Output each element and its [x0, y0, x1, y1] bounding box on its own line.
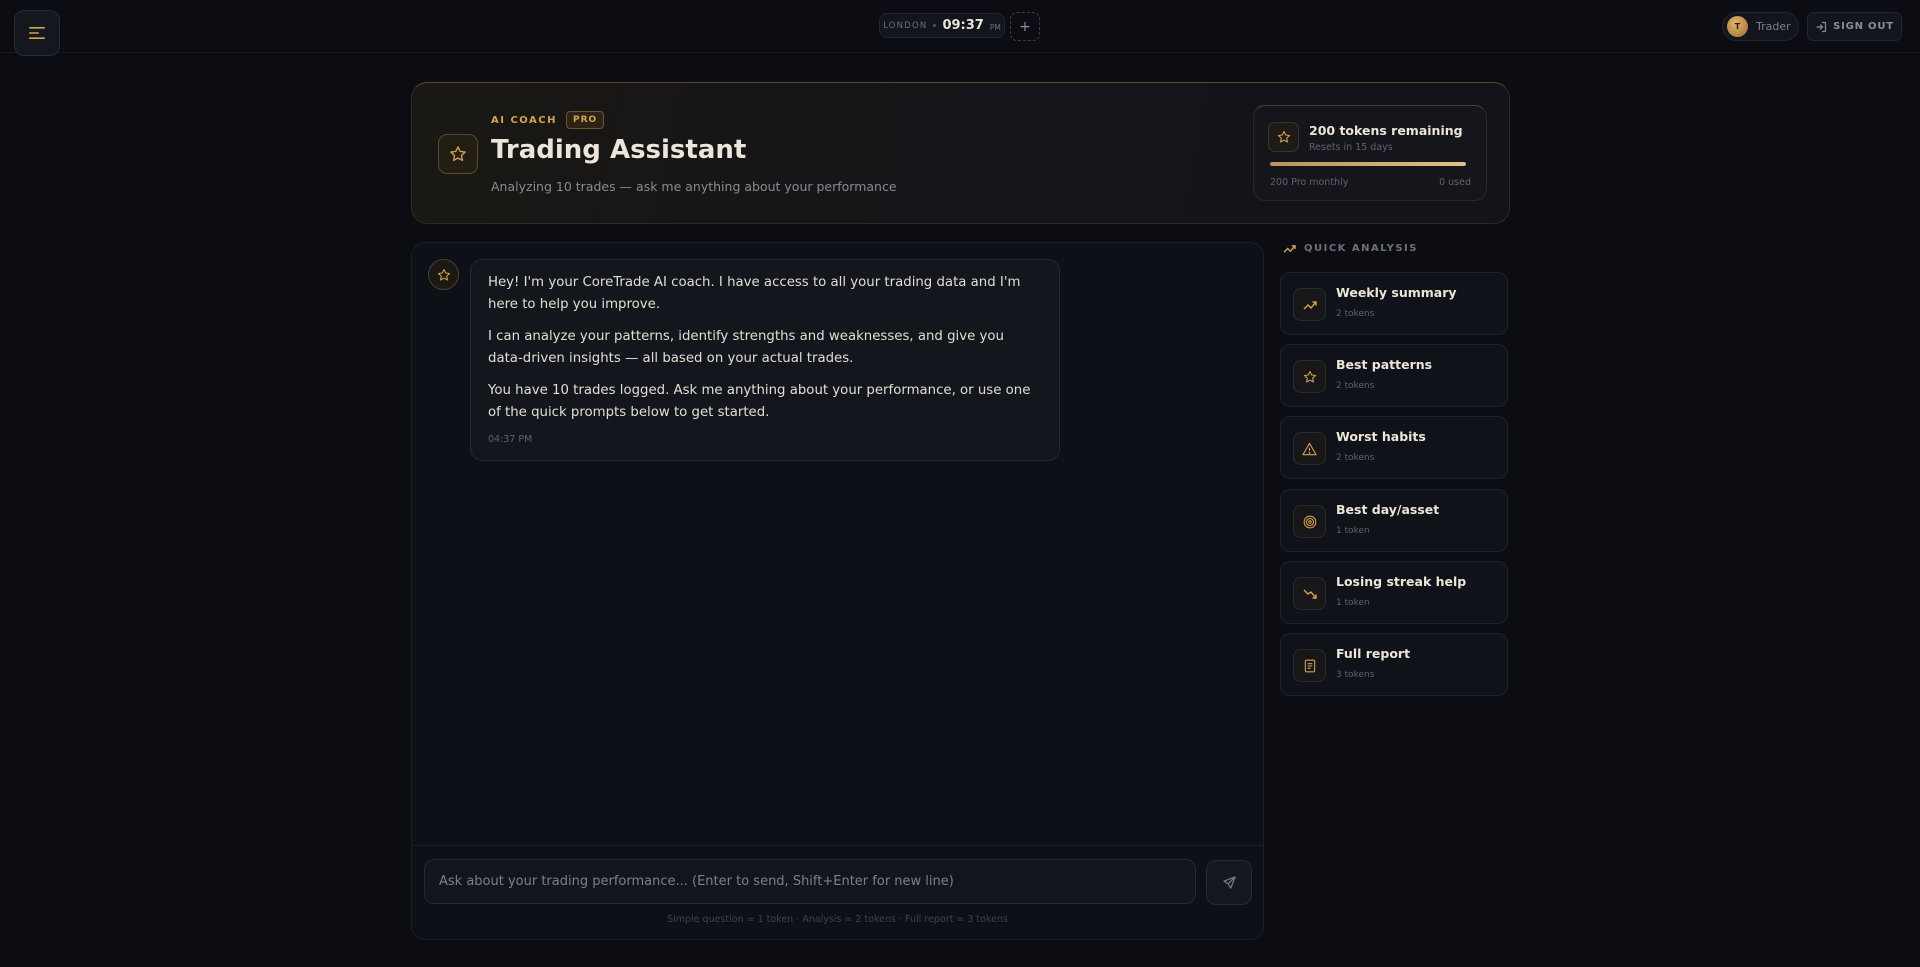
user-name: Trader	[1756, 20, 1791, 33]
tokens-reset: Resets in 15 days	[1309, 142, 1393, 153]
message-paragraph: I can analyze your patterns, identify st…	[488, 329, 1004, 366]
quick-item-weekly-summary[interactable]: Weekly summary 2 tokens	[1280, 272, 1508, 335]
quick-item-icon	[1293, 360, 1326, 393]
tokens-icon-box	[1268, 122, 1299, 152]
assistant-header: AI COACH PRO Trading Assistant Analyzing…	[411, 82, 1510, 224]
quick-item-title: Weekly summary	[1336, 285, 1457, 300]
quick-item-icon	[1293, 577, 1326, 610]
trend-down-icon	[1303, 589, 1317, 599]
quick-item-icon	[1293, 432, 1326, 465]
document-icon	[1304, 659, 1315, 672]
quick-item-best-patterns[interactable]: Best patterns 2 tokens	[1280, 344, 1508, 407]
star-icon	[450, 146, 466, 162]
quick-item-best-day-asset[interactable]: Best day/asset 1 token	[1280, 489, 1508, 552]
quick-item-title: Best patterns	[1336, 357, 1433, 372]
tokens-remaining: 200 tokens remaining	[1309, 123, 1463, 138]
quick-item-icon	[1293, 649, 1326, 682]
quick-item-cost: 2 tokens	[1336, 381, 1375, 391]
tokens-used: 0 used	[1439, 177, 1471, 188]
eyebrow: AI COACH PRO	[491, 111, 605, 129]
quick-item-title: Best day/asset	[1336, 502, 1440, 517]
quick-item-losing-streak-help[interactable]: Losing streak help 1 token	[1280, 561, 1508, 624]
sign-out-label: SIGN OUT	[1833, 21, 1894, 32]
bot-avatar	[428, 259, 459, 290]
top-bar: LONDON 09:37 PM + T Trader SIGN OUT	[0, 0, 1920, 56]
quick-item-worst-habits[interactable]: Worst habits 2 tokens	[1280, 416, 1508, 479]
user-menu[interactable]: T Trader	[1722, 12, 1799, 41]
assistant-icon	[438, 134, 478, 174]
star-icon	[1303, 370, 1316, 383]
quick-item-cost: 2 tokens	[1336, 453, 1375, 463]
quick-item-icon	[1293, 288, 1326, 321]
tokens-plan: 200 Pro monthly	[1270, 177, 1349, 188]
quick-item-cost: 1 token	[1336, 526, 1370, 536]
quick-analysis-label: QUICK ANALYSIS	[1304, 243, 1418, 254]
message-paragraph: Hey! I'm your CoreTrade AI coach. I have…	[488, 275, 1021, 312]
target-icon	[1303, 515, 1316, 528]
clock-separator	[933, 24, 937, 27]
sign-out-icon	[1816, 21, 1827, 32]
tokens-progress-bar	[1270, 162, 1466, 166]
clock-ampm: PM	[989, 22, 1001, 32]
tokens-card: 200 tokens remaining Resets in 15 days 2…	[1253, 105, 1487, 201]
quick-item-title: Full report	[1336, 646, 1411, 661]
trend-up-icon	[1283, 245, 1296, 253]
plus-icon: +	[1019, 18, 1031, 35]
quick-item-full-report[interactable]: Full report 3 tokens	[1280, 633, 1508, 696]
pro-badge: PRO	[565, 111, 605, 129]
world-clock[interactable]: LONDON 09:37 PM	[879, 13, 1005, 38]
send-icon	[1222, 876, 1236, 889]
send-button[interactable]	[1206, 860, 1252, 905]
chat-input[interactable]: Ask about your trading performance... (E…	[424, 859, 1196, 904]
tokens-progress-fill	[1270, 162, 1466, 166]
quick-item-icon	[1293, 505, 1326, 538]
quick-analysis-heading: QUICK ANALYSIS	[1283, 243, 1418, 254]
star-icon	[1277, 130, 1290, 143]
quick-item-cost: 1 token	[1336, 598, 1370, 608]
clock-city: LONDON	[883, 20, 928, 31]
page-subtitle: Analyzing 10 trades — ask me anything ab…	[491, 179, 897, 194]
sign-out-button[interactable]: SIGN OUT	[1807, 12, 1902, 41]
quick-item-cost: 3 tokens	[1336, 670, 1375, 680]
quick-item-title: Losing streak help	[1336, 574, 1467, 589]
clock-time: 09:37	[942, 18, 984, 33]
menu-icon	[29, 27, 45, 39]
token-cost-hint: Simple question = 1 token · Analysis = 2…	[667, 914, 1008, 925]
avatar: T	[1727, 16, 1748, 37]
quick-item-cost: 2 tokens	[1336, 309, 1375, 319]
chat-panel: Hey! I'm your CoreTrade AI coach. I have…	[411, 242, 1264, 940]
menu-button[interactable]	[14, 10, 60, 56]
warning-icon	[1302, 442, 1317, 455]
composer-divider	[412, 845, 1263, 846]
eyebrow-label: AI COACH	[491, 114, 557, 126]
quick-item-title: Worst habits	[1336, 429, 1426, 444]
message-paragraph: You have 10 trades logged. Ask me anythi…	[488, 383, 1031, 420]
message-timestamp: 04:37 PM	[488, 434, 533, 445]
assistant-message: Hey! I'm your CoreTrade AI coach. I have…	[470, 259, 1060, 461]
add-clock-button[interactable]: +	[1010, 12, 1040, 41]
trend-up-icon	[1303, 300, 1317, 309]
star-icon	[437, 268, 450, 281]
page-title: Trading Assistant	[491, 135, 747, 165]
